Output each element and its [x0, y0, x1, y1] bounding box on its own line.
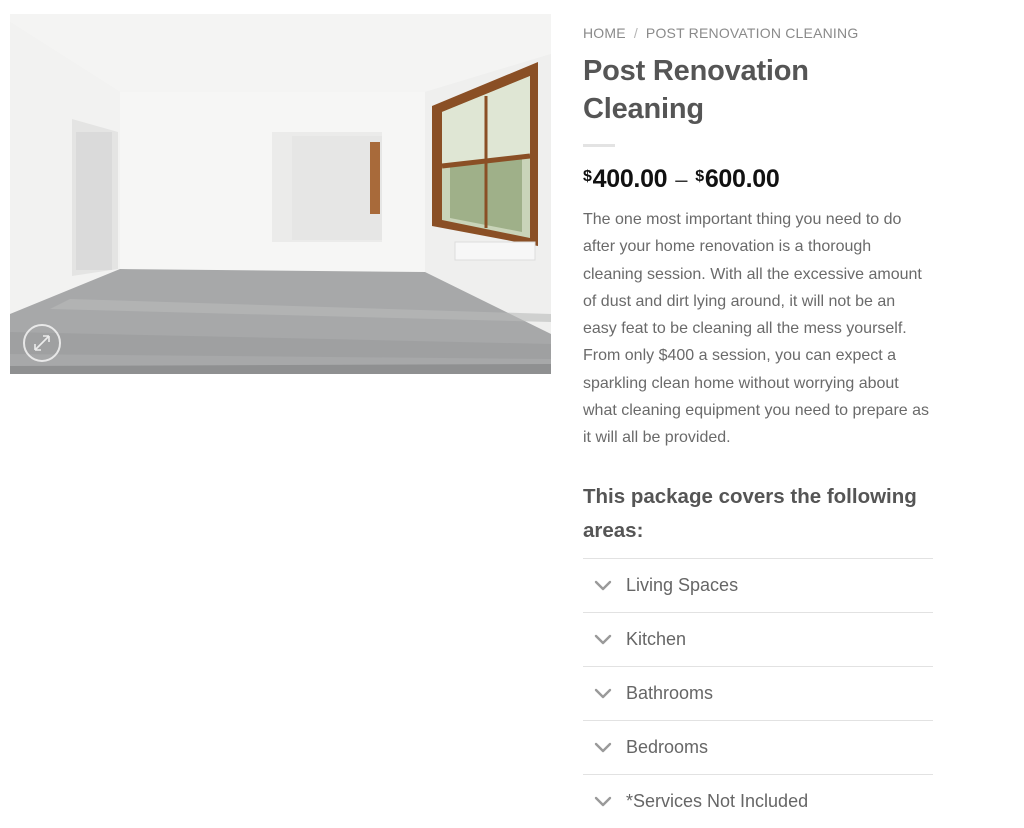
chevron-down-icon [594, 580, 612, 591]
breadcrumb-separator: / [633, 25, 638, 41]
accordion-item-label: Bathrooms [626, 682, 714, 703]
zoom-button[interactable] [23, 324, 61, 362]
covers-heading: This package covers the following areas: [583, 484, 917, 542]
product-description: The one most important thing you need to… [583, 211, 930, 447]
chevron-down-icon [594, 742, 612, 753]
accordion-item[interactable]: Bedrooms [583, 719, 933, 774]
accordion-item[interactable]: Bathrooms [583, 665, 933, 720]
price-max: 600.00 [704, 165, 780, 193]
breadcrumb-home-link[interactable]: HOME [583, 25, 626, 41]
accordion-item[interactable]: Kitchen [583, 611, 933, 666]
accordion-item[interactable]: *Services Not Included [583, 773, 933, 828]
accordion-item-label: Bedrooms [626, 736, 709, 757]
accordion-item[interactable]: Living Spaces [583, 557, 933, 612]
price-dash: – [675, 167, 688, 192]
empty-room-photo [10, 14, 551, 374]
chevron-down-icon [594, 796, 612, 807]
accordion-item-label: Kitchen [626, 628, 687, 649]
chevron-down-icon [594, 688, 612, 699]
title-divider [583, 144, 615, 147]
price-min: 400.00 [592, 165, 668, 193]
currency-symbol: $ [583, 168, 592, 185]
price-range: $400.00– $600.00 [583, 161, 933, 196]
accordion-item-label: Living Spaces [626, 574, 739, 595]
accordion-item-label: *Services Not Included [626, 790, 809, 811]
product-summary: HOME / POST RENOVATION CLEANING Post Renov… [583, 22, 933, 828]
expand-icon [34, 335, 50, 351]
breadcrumb: HOME / POST RENOVATION CLEANING [583, 22, 933, 44]
chevron-down-icon [594, 634, 612, 645]
product-image[interactable] [10, 14, 551, 374]
areas-accordion: Living Spaces Kitchen Bathrooms Bedrooms *Se… [583, 557, 933, 828]
currency-symbol: $ [695, 168, 704, 185]
breadcrumb-current-link[interactable]: POST RENOVATION CLEANING [646, 25, 859, 41]
product-title: Post Renovation Cleaning [583, 55, 809, 125]
